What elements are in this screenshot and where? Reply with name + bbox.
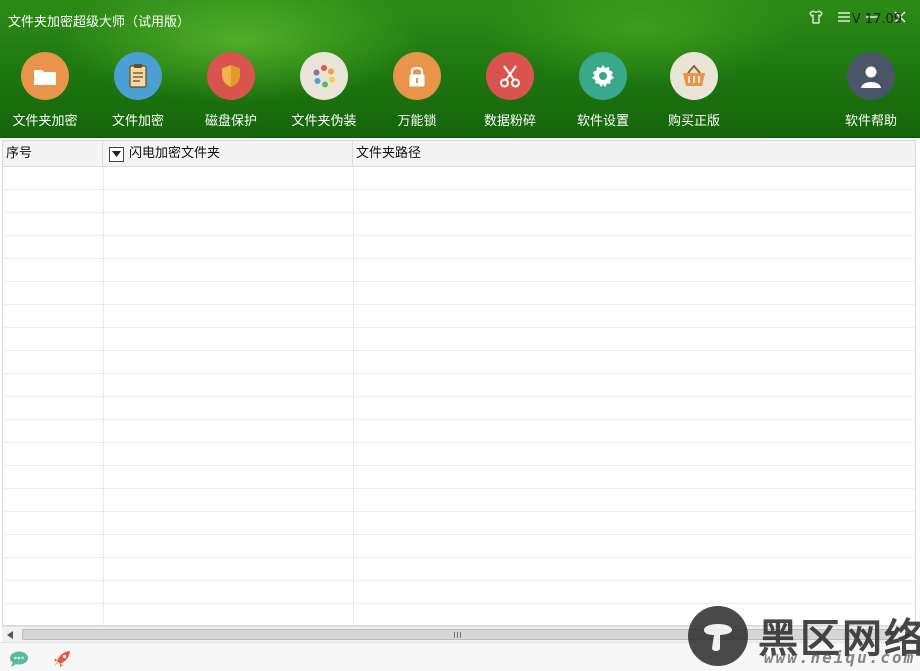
table-body — [3, 167, 915, 625]
watermark-logo-icon — [688, 606, 748, 666]
toolbar-label: 文件夹加密 — [12, 114, 78, 129]
folder-encrypt-button[interactable]: 文件夹加密 — [0, 52, 90, 129]
file-encrypt-button[interactable]: 文件加密 — [93, 52, 183, 129]
user-icon — [861, 66, 881, 88]
shield-icon — [222, 65, 240, 87]
table-row — [3, 167, 915, 190]
folder-list-table[interactable]: 序号 闪电加密文件夹 文件夹路径 — [2, 140, 916, 626]
color-wheel-icon — [313, 65, 335, 88]
table-row — [3, 512, 915, 535]
window-title: 文件夹加密超级大师（试用版） — [8, 15, 191, 30]
table-header: 序号 闪电加密文件夹 文件夹路径 — [3, 141, 915, 167]
table-row — [3, 282, 915, 305]
column-dropdown-button[interactable] — [109, 146, 124, 162]
toolbar-label: 软件帮助 — [844, 114, 897, 129]
table-row — [3, 466, 915, 489]
scissors-icon — [500, 65, 520, 88]
universal-lock-button[interactable]: 万能锁 — [372, 52, 462, 129]
table-row — [3, 420, 915, 443]
arrow-left-icon — [7, 631, 13, 639]
watermark: 黑区网络 www.heiqu.com — [688, 604, 920, 671]
column-header-label: 闪电加密文件夹 — [129, 146, 221, 161]
column-header-folder-path[interactable]: 文件夹路径 — [353, 141, 915, 167]
header-bar: 文件夹加密超级大师（试用版） 文件夹加密 文件加密 磁盘保护 文件夹伪装 万能锁… — [0, 0, 920, 138]
menu-icon — [838, 12, 850, 22]
toolbar-label: 数据粉碎 — [483, 114, 536, 129]
toolbar-label: 软件设置 — [576, 114, 629, 129]
table-row — [3, 213, 915, 236]
software-settings-button[interactable]: 软件设置 — [558, 52, 648, 129]
table-row — [3, 374, 915, 397]
version-label: V 17.09 — [851, 12, 902, 27]
column-header-flash-folder[interactable]: 闪电加密文件夹 — [103, 141, 353, 167]
table-row — [3, 190, 915, 213]
basket-icon — [683, 64, 705, 86]
grip-icon — [453, 631, 461, 638]
folder-icon — [34, 70, 56, 85]
toolbar-label: 万能锁 — [397, 114, 437, 129]
gear-icon — [592, 65, 614, 87]
table-row — [3, 535, 915, 558]
table-row — [3, 581, 915, 604]
triangle-down-icon — [112, 151, 121, 157]
feedback-button[interactable] — [9, 650, 31, 668]
table-row — [3, 259, 915, 282]
toolbar-label: 磁盘保护 — [204, 114, 257, 129]
shirt-icon — [809, 10, 823, 24]
watermark-url: www.heiqu.com — [764, 648, 916, 667]
toolbar-label: 文件夹伪装 — [291, 114, 357, 129]
skin-button[interactable] — [808, 9, 824, 25]
scroll-left-button[interactable] — [2, 627, 18, 643]
boost-button[interactable] — [51, 650, 73, 668]
data-shred-button[interactable]: 数据粉碎 — [465, 52, 555, 129]
buy-full-version-button[interactable]: 购买正版 — [649, 52, 739, 129]
table-row — [3, 558, 915, 581]
table-row — [3, 489, 915, 512]
table-row — [3, 328, 915, 351]
column-header-index[interactable]: 序号 — [3, 141, 103, 167]
table-row — [3, 397, 915, 420]
lock-icon — [409, 66, 425, 87]
column-divider — [103, 167, 104, 625]
table-row — [3, 443, 915, 466]
clipboard-icon — [129, 64, 147, 88]
folder-disguise-button[interactable]: 文件夹伪装 — [279, 52, 369, 129]
disk-protect-button[interactable]: 磁盘保护 — [186, 52, 276, 129]
table-row — [3, 351, 915, 374]
table-row — [3, 305, 915, 328]
column-divider — [353, 167, 354, 625]
toolbar-label: 文件加密 — [111, 114, 164, 129]
table-row — [3, 236, 915, 259]
main-toolbar: 文件夹加密 文件加密 磁盘保护 文件夹伪装 万能锁 数据粉碎 软件设置 购买正版… — [0, 52, 920, 132]
menu-button[interactable] — [836, 9, 852, 25]
chat-icon — [10, 651, 28, 667]
software-help-button[interactable]: 软件帮助 — [826, 52, 916, 129]
toolbar-label: 购买正版 — [667, 114, 720, 129]
rocket-icon — [54, 651, 70, 667]
